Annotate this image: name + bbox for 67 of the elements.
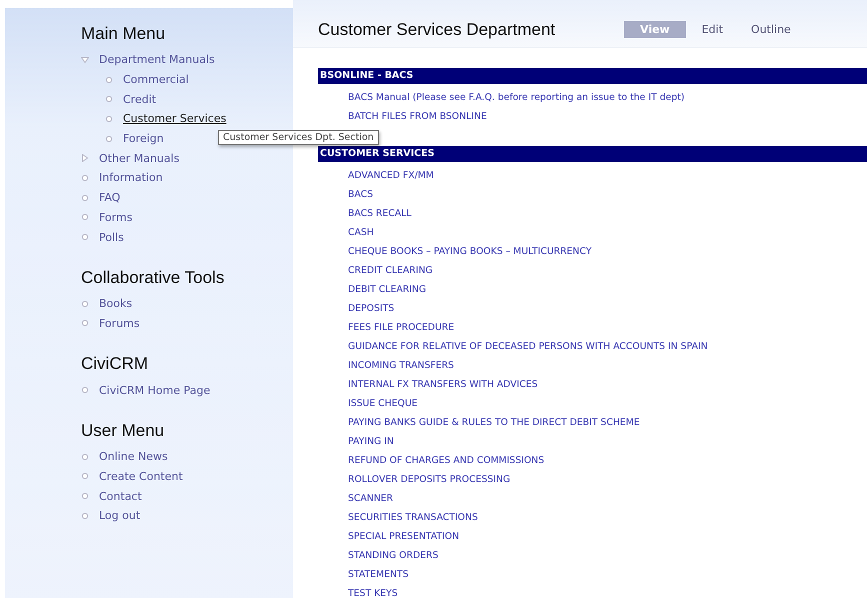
- document-link[interactable]: DEBIT CLEARING: [318, 280, 867, 299]
- block-title: CiviCRM: [81, 353, 150, 376]
- menu-link[interactable]: Polls: [99, 230, 124, 244]
- document-link[interactable]: SECURITIES TRANSACTIONS: [318, 508, 867, 527]
- document-link[interactable]: DEPOSITS: [318, 299, 867, 318]
- tooltip: Customer Services Dpt. Section: [218, 130, 379, 145]
- document-link[interactable]: PAYING BANKS GUIDE & RULES TO THE DIRECT DEBIT SCHEME: [318, 413, 867, 432]
- bullet-icon: [81, 472, 89, 480]
- menu-link[interactable]: Information: [99, 171, 163, 184]
- document-link[interactable]: BATCH FILES FROM BSONLINE: [318, 107, 867, 126]
- document-link[interactable]: ISSUE CHEQUE: [318, 394, 867, 413]
- section-header: CUSTOMER SERVICES: [318, 146, 867, 162]
- menu-link[interactable]: Foreign: [123, 132, 164, 146]
- document-link[interactable]: CHEQUE BOOKS – PAYING BOOKS – MULTICURRENCY: [318, 242, 867, 261]
- document-link[interactable]: PAYING IN: [318, 432, 867, 451]
- block-title: User Menu: [81, 420, 166, 442]
- bullet-icon: [105, 134, 113, 143]
- tab[interactable]: Outline: [739, 21, 803, 38]
- document-link[interactable]: INTERNAL FX TRANSFERS WITH ADVICES: [318, 375, 867, 394]
- menu-link[interactable]: Credit: [123, 92, 156, 106]
- document-link[interactable]: ADVANCED FX/MM: [318, 166, 867, 185]
- bullet-icon: [81, 386, 89, 394]
- bullet-icon: [81, 452, 89, 461]
- page-title: Customer Services Department: [318, 20, 556, 40]
- bullet-icon: [81, 233, 89, 242]
- menu-link[interactable]: Commercial: [123, 73, 189, 86]
- menu-link[interactable]: Contact: [99, 490, 142, 503]
- document-link[interactable]: STANDING ORDERS: [318, 546, 867, 565]
- bullet-icon: [105, 76, 113, 84]
- document-link[interactable]: REFUND OF CHARGES AND COMMISSIONS: [318, 451, 867, 470]
- bullet-icon: [81, 300, 89, 308]
- document-link[interactable]: TEST KEYS: [318, 584, 867, 598]
- bullet-icon: [81, 194, 89, 202]
- block-title: Collaborative Tools: [81, 266, 226, 289]
- document-link[interactable]: FEES FILE PROCEDURE: [318, 318, 867, 337]
- bullet-icon: [105, 114, 113, 123]
- document-link[interactable]: ROLLOVER DEPOSITS PROCESSING: [318, 470, 867, 489]
- document-link[interactable]: INCOMING TRANSFERS: [318, 356, 867, 375]
- document-link[interactable]: STATEMENTS: [318, 565, 867, 584]
- menu-link[interactable]: FAQ: [99, 191, 120, 204]
- menu-link[interactable]: Other Manuals: [99, 152, 180, 165]
- block-title: Main Menu: [81, 23, 166, 45]
- document-link[interactable]: GUIDANCE FOR RELATIVE OF DECEASED PERSONS WITH ACCOUNTS IN SPAIN: [318, 337, 867, 356]
- menu-link[interactable]: Create Content: [99, 470, 183, 483]
- bullet-icon: [105, 95, 113, 104]
- menu-link[interactable]: Forums: [99, 316, 140, 330]
- menu-link[interactable]: CiviCRM Home Page: [99, 384, 210, 397]
- bullet-icon: [81, 213, 89, 222]
- document-link[interactable]: CASH: [318, 223, 867, 242]
- menu-link[interactable]: Department Manuals: [99, 53, 215, 66]
- tab[interactable]: Edit: [690, 21, 736, 38]
- document-link[interactable]: BACS RECALL: [318, 204, 867, 223]
- bullet-icon: [81, 512, 89, 520]
- menu-link[interactable]: Forms: [99, 210, 132, 224]
- document-link[interactable]: SPECIAL PRESENTATION: [318, 527, 867, 546]
- section-header: BSONLINE - BACS: [318, 68, 867, 84]
- document-link[interactable]: CREDIT CLEARING: [318, 261, 867, 280]
- bullet-icon: [81, 492, 89, 500]
- menu-link[interactable]: Books: [99, 297, 132, 310]
- bullet-icon: [81, 174, 89, 182]
- document-link[interactable]: BACS: [318, 185, 867, 204]
- document-link[interactable]: BACS Manual (Please see F.A.Q. before reporting an issue to the IT dept): [318, 88, 867, 107]
- bullet-icon: [81, 319, 89, 328]
- menu-link[interactable]: Customer Services: [123, 112, 226, 126]
- document-link[interactable]: SCANNER: [318, 489, 867, 508]
- menu-link[interactable]: Log out: [99, 509, 140, 522]
- menu-link[interactable]: Online News: [99, 450, 168, 464]
